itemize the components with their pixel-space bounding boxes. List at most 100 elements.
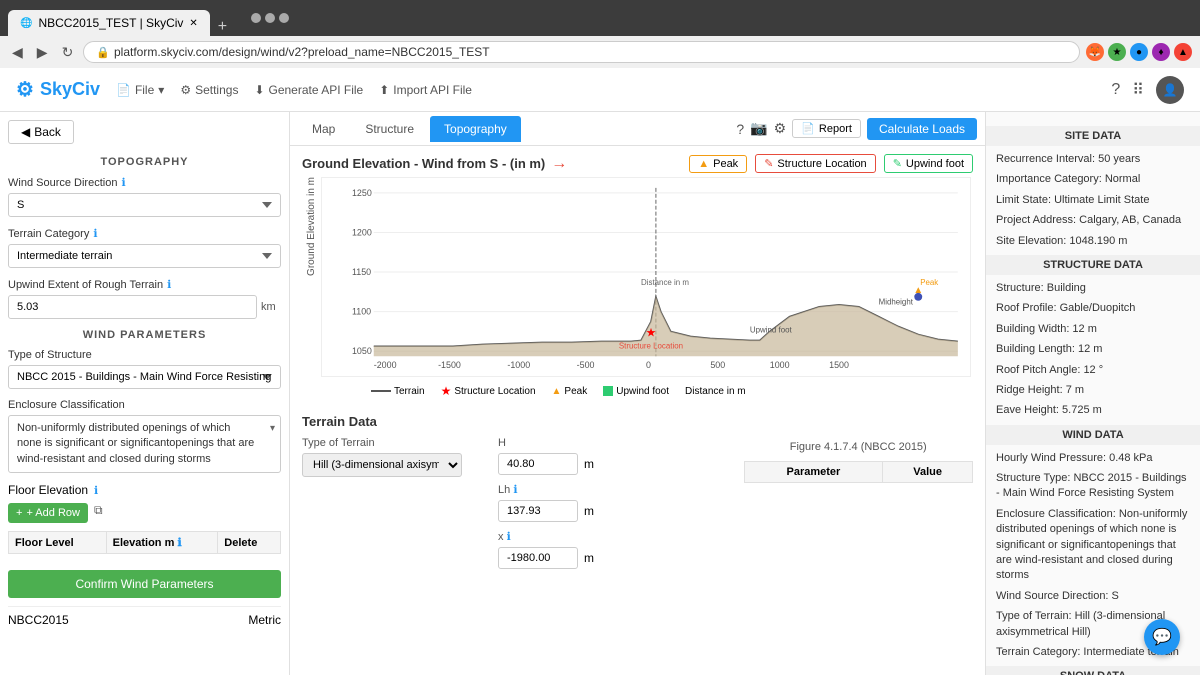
x-row: x ℹ m — [498, 530, 728, 569]
terrain-type-select[interactable]: Hill (3-dimensional axisymmetrical Hill) — [302, 453, 462, 477]
value-col-header: Value — [883, 462, 973, 483]
elevation-info-icon[interactable]: ℹ — [177, 537, 181, 549]
peak-legend-button[interactable]: ▲ Peak — [689, 155, 747, 173]
back-label: Back — [34, 125, 61, 139]
chart-svg: 1250 1200 1150 1100 1050 -2000 -1500 — [321, 177, 971, 377]
add-icon: + — [16, 507, 22, 519]
svg-text:1050: 1050 — [352, 346, 372, 356]
lh-label: Lh ℹ — [498, 483, 728, 496]
copy-icon[interactable]: ⧉ — [94, 503, 103, 523]
x-unit: m — [584, 551, 594, 565]
add-row-button[interactable]: + + Add Row — [8, 503, 88, 523]
camera-icon[interactable]: 📷 — [750, 120, 767, 137]
chart-area: 1250 1200 1150 1100 1050 -2000 -1500 — [321, 177, 973, 398]
upwind-extent-input[interactable] — [8, 295, 257, 319]
new-tab-button[interactable]: + — [210, 18, 235, 36]
tab-map[interactable]: Map — [298, 116, 349, 142]
user-avatar[interactable]: 👤 — [1156, 76, 1184, 104]
upwind-foot-legend-button[interactable]: ✎ Upwind foot — [884, 154, 973, 173]
enclosure-classification: Enclosure Classification: Non-uniformly … — [996, 507, 1190, 584]
report-button[interactable]: 📄 Report — [792, 119, 861, 138]
address-bar[interactable]: 🔒 platform.skyciv.com/design/wind/v2?pre… — [83, 41, 1080, 63]
active-tab[interactable]: 🌐 NBCC2015_TEST | SkyCiv ✕ — [8, 10, 210, 36]
ext-icon-4: ♦ — [1152, 43, 1170, 61]
file-menu[interactable]: 📄 File ▾ — [116, 83, 164, 97]
eave-height: Eave Height: 5.725 m — [996, 403, 1190, 418]
upwind-icon: ✎ — [893, 157, 902, 170]
tab-title: NBCC2015_TEST | SkyCiv — [38, 16, 183, 30]
lh-input[interactable] — [498, 500, 578, 522]
tab-topography[interactable]: Topography — [430, 116, 521, 142]
forward-nav-button[interactable]: ▶ — [33, 42, 52, 63]
back-button[interactable]: ◀ Back — [8, 120, 74, 144]
h-label: H — [498, 437, 728, 449]
x-input-row: m — [498, 547, 728, 569]
ext-icon-2: ★ — [1108, 43, 1126, 61]
lh-input-row: m — [498, 500, 728, 522]
structure-icon: ✎ — [764, 157, 773, 170]
structure-location-legend-button[interactable]: ✎ Structure Location — [755, 154, 876, 173]
question-icon[interactable]: ? — [736, 121, 744, 137]
type-of-structure-select[interactable]: NBCC 2015 - Buildings - Main Wind Force … — [8, 365, 281, 389]
structure-data-title: STRUCTURE DATA — [986, 255, 1200, 275]
close-tab-icon[interactable]: ✕ — [189, 18, 197, 29]
tab-structure[interactable]: Structure — [351, 116, 428, 142]
chat-bubble[interactable]: 💬 — [1144, 619, 1180, 655]
refresh-button[interactable]: ↻ — [58, 42, 78, 63]
terrain-category-select[interactable]: Intermediate terrain — [8, 244, 281, 268]
legend-structure-location: ★ Structure Location — [441, 384, 536, 398]
svg-text:1200: 1200 — [352, 227, 372, 237]
terrain-h-column: H m Lh ℹ m — [498, 437, 728, 577]
floor-elevation-info-icon[interactable]: ℹ — [94, 484, 98, 497]
param-table: Parameter Value — [744, 461, 974, 483]
svg-text:Distance in m: Distance in m — [641, 278, 689, 287]
ext-icon-3: ● — [1130, 43, 1148, 61]
tab-icons: ? 📷 ⚙ 📄 Report Calculate Loads — [736, 118, 977, 140]
lh-row: Lh ℹ m — [498, 483, 728, 522]
wind-source-info-icon[interactable]: ℹ — [121, 176, 125, 189]
upwind-label: Upwind foot — [906, 158, 964, 170]
x-input[interactable] — [498, 547, 578, 569]
lh-unit: m — [584, 504, 594, 518]
upwind-extent-info-icon[interactable]: ℹ — [167, 278, 171, 291]
wind-data-title: WIND DATA — [986, 425, 1200, 445]
svg-text:1000: 1000 — [770, 360, 790, 370]
importance-category: Importance Category: Normal — [996, 172, 1190, 187]
settings-icon[interactable]: ⚙ — [774, 120, 787, 137]
building-length: Building Length: 12 m — [996, 342, 1190, 357]
grid-icon[interactable]: ⠿ — [1132, 80, 1144, 100]
settings-menu[interactable]: ⚙ Settings — [180, 83, 238, 97]
import-api-menu[interactable]: ⬆ Import API File — [379, 83, 472, 97]
enclosure-value: Non-uniformly distributed openings of wh… — [8, 415, 281, 473]
footer-standard: NBCC2015 — [8, 613, 69, 627]
structure-type: Structure Type: NBCC 2015 - Buildings - … — [996, 471, 1190, 502]
browser-chrome: 🌐 NBCC2015_TEST | SkyCiv ✕ + — [0, 0, 1200, 36]
terrain-category-info-icon[interactable]: ℹ — [93, 227, 97, 240]
limit-state: Limit State: Ultimate Limit State — [996, 193, 1190, 208]
structure-label: Structure Location — [777, 158, 866, 170]
project-address: Project Address: Calgary, AB, Canada — [996, 213, 1190, 228]
help-icon[interactable]: ? — [1111, 81, 1120, 99]
tabs-row: Map Structure Topography ? 📷 ⚙ 📄 Report … — [290, 112, 985, 146]
back-arrow-icon: ◀ — [21, 125, 30, 139]
svg-text:1500: 1500 — [829, 360, 849, 370]
back-nav-button[interactable]: ◀ — [8, 42, 27, 63]
generate-api-menu[interactable]: ⬇ Generate API File — [254, 83, 363, 97]
chart-container: Ground Elevation - Wind from S - (in m) … — [290, 146, 985, 406]
hourly-wind-pressure: Hourly Wind Pressure: 0.48 kPa — [996, 451, 1190, 466]
lh-info-icon[interactable]: ℹ — [513, 484, 517, 496]
delete-col: Delete — [218, 532, 281, 554]
x-info-icon[interactable]: ℹ — [507, 531, 511, 543]
generate-api-label: Generate API File — [269, 83, 364, 97]
calculate-loads-button[interactable]: Calculate Loads — [867, 118, 977, 140]
wind-source-select[interactable]: S — [8, 193, 281, 217]
figure-text: Figure 4.1.7.4 (NBCC 2015) — [744, 441, 974, 453]
h-input[interactable] — [498, 453, 578, 475]
add-row-label: + Add Row — [26, 507, 80, 519]
browser-nav: ◀ ▶ ↻ 🔒 platform.skyciv.com/design/wind/… — [0, 36, 1200, 68]
confirm-wind-parameters-button[interactable]: Confirm Wind Parameters — [8, 570, 281, 598]
left-sidebar: ◀ Back TOPOGRAPHY Wind Source Direction … — [0, 112, 290, 675]
structure-building: Structure: Building — [996, 281, 1190, 296]
file-chevron: ▾ — [158, 83, 164, 97]
browser-tabs: 🌐 NBCC2015_TEST | SkyCiv ✕ + — [8, 0, 235, 36]
